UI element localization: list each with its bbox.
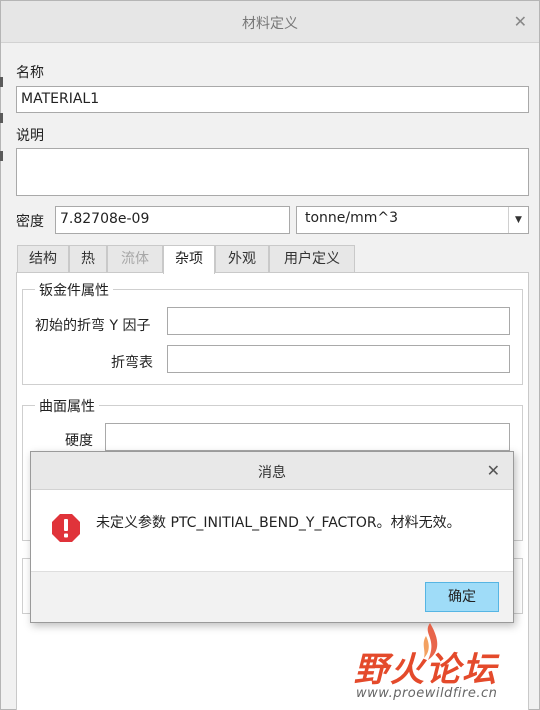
tab-misc[interactable]: 杂项 xyxy=(163,245,215,274)
error-icon xyxy=(52,514,80,542)
message-dialog-title: 消息 xyxy=(258,465,286,481)
dialog-title: 材料定义 xyxy=(242,16,298,32)
tab-appearance[interactable]: 外观 xyxy=(215,245,269,273)
hardness-label: 硬度 xyxy=(65,433,93,449)
close-icon[interactable]: ✕ xyxy=(514,12,527,31)
sheetmetal-properties-group: 钣金件属性 初始的折弯 Y 因子 折弯表 xyxy=(22,280,523,385)
bend-table-input[interactable] xyxy=(167,345,510,373)
message-dialog-titlebar: 消息 ✕ xyxy=(31,452,513,490)
y-factor-input[interactable] xyxy=(167,307,510,335)
bend-table-label: 折弯表 xyxy=(111,355,153,371)
tab-thermal[interactable]: 热 xyxy=(69,245,107,273)
dialog-titlebar: 材料定义 ✕ xyxy=(1,1,539,43)
error-message: 未定义参数 PTC_INITIAL_BEND_Y_FACTOR。材料无效。 xyxy=(96,515,461,531)
y-factor-label: 初始的折弯 Y 因子 xyxy=(35,318,151,334)
sheetmetal-properties-title: 钣金件属性 xyxy=(35,280,113,300)
window-edge-marks xyxy=(0,41,3,171)
surface-properties-title: 曲面属性 xyxy=(35,396,99,416)
tab-structure[interactable]: 结构 xyxy=(17,245,69,273)
chevron-down-icon[interactable]: ▼ xyxy=(508,207,528,233)
density-input[interactable]: 7.82708e-09 xyxy=(55,206,290,234)
hardness-input[interactable] xyxy=(105,423,510,451)
tab-user-defined[interactable]: 用户定义 xyxy=(269,245,355,273)
density-unit-value: tonne/mm^3 xyxy=(305,210,399,226)
description-label: 说明 xyxy=(16,128,44,144)
tab-fluid: 流体 xyxy=(107,245,163,273)
name-input[interactable]: MATERIAL1 xyxy=(16,86,529,113)
watermark: 野火论坛 www.proewildfire.cn xyxy=(352,622,540,710)
ok-button[interactable]: 确定 xyxy=(425,582,499,612)
watermark-url: www.proewildfire.cn xyxy=(356,686,498,701)
density-label: 密度 xyxy=(16,214,44,230)
message-dialog: 消息 ✕ 未定义参数 PTC_INITIAL_BEND_Y_FACTOR。材料无… xyxy=(30,451,514,623)
density-unit-select[interactable]: tonne/mm^3 ▼ xyxy=(296,206,529,234)
message-body: 未定义参数 PTC_INITIAL_BEND_Y_FACTOR。材料无效。 xyxy=(31,491,513,571)
watermark-brand: 野火论坛 xyxy=(354,650,498,690)
close-icon[interactable]: ✕ xyxy=(487,461,500,480)
description-input[interactable] xyxy=(16,148,529,196)
name-label: 名称 xyxy=(16,65,44,81)
message-footer: 确定 xyxy=(31,571,513,622)
